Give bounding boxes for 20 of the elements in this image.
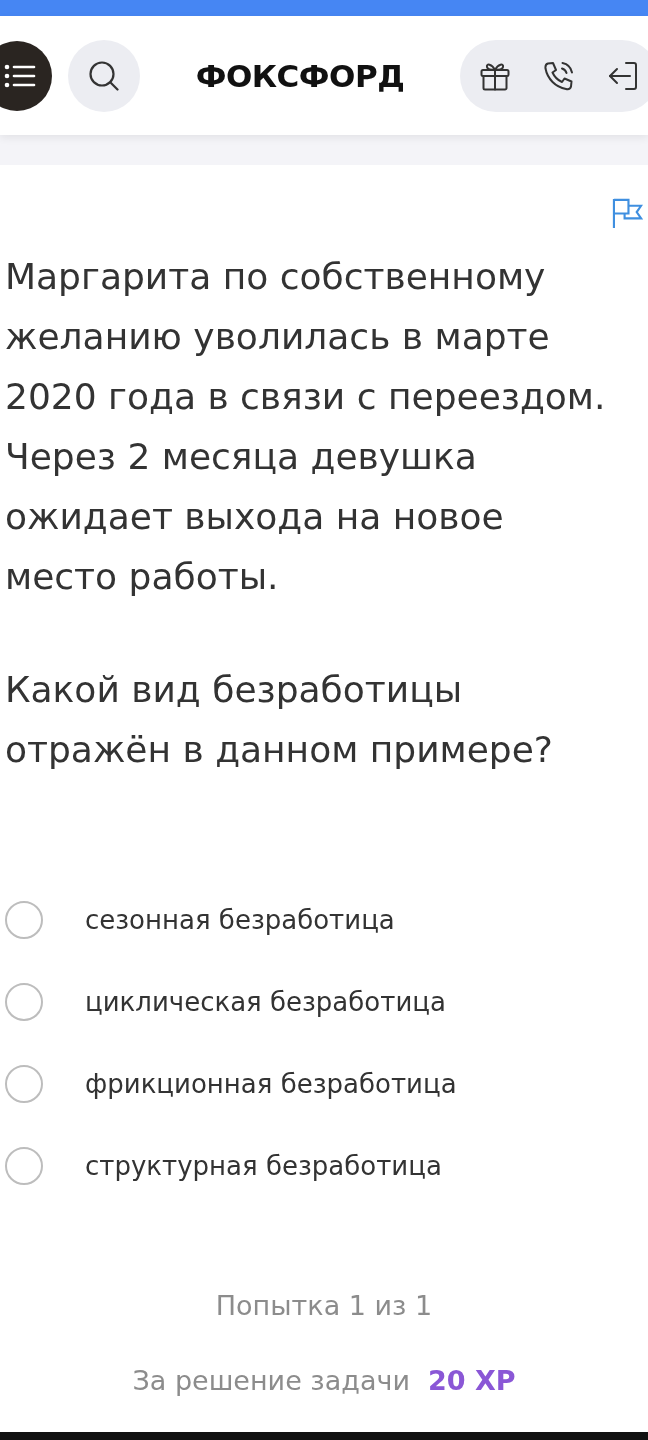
menu-icon <box>4 63 36 88</box>
option-label[interactable]: циклическая безработица <box>85 985 446 1019</box>
menu-button[interactable] <box>0 40 52 111</box>
option-label[interactable]: фрикционная безработица <box>85 1067 457 1101</box>
reward-label: За решение задачи <box>132 1364 410 1398</box>
logout-icon[interactable] <box>608 60 638 91</box>
option-label[interactable]: сезонная безработица <box>85 903 395 937</box>
option-label[interactable]: структурная безработица <box>85 1149 442 1183</box>
question-prompt: Какой вид безработицы отражён в данном примере? <box>5 668 554 772</box>
logo[interactable]: ФОКСФОРД <box>195 55 405 96</box>
radio-button[interactable] <box>5 1147 43 1185</box>
reward-points: 20 XP <box>427 1364 516 1398</box>
radio-button[interactable] <box>5 983 43 1021</box>
flag-icon[interactable] <box>612 198 643 229</box>
question-text: Маргарита по собственному желанию уволилась в марте 2020 года в связи с переездом. Через 2 месяца девушка ожидает выхода на новое место работы. <box>5 255 607 599</box>
radio-button[interactable] <box>5 901 43 939</box>
phone-icon[interactable] <box>544 60 574 91</box>
search-icon <box>89 60 119 91</box>
radio-button[interactable] <box>5 1065 43 1103</box>
attempt-counter: Попытка 1 из 1 <box>215 1289 433 1323</box>
